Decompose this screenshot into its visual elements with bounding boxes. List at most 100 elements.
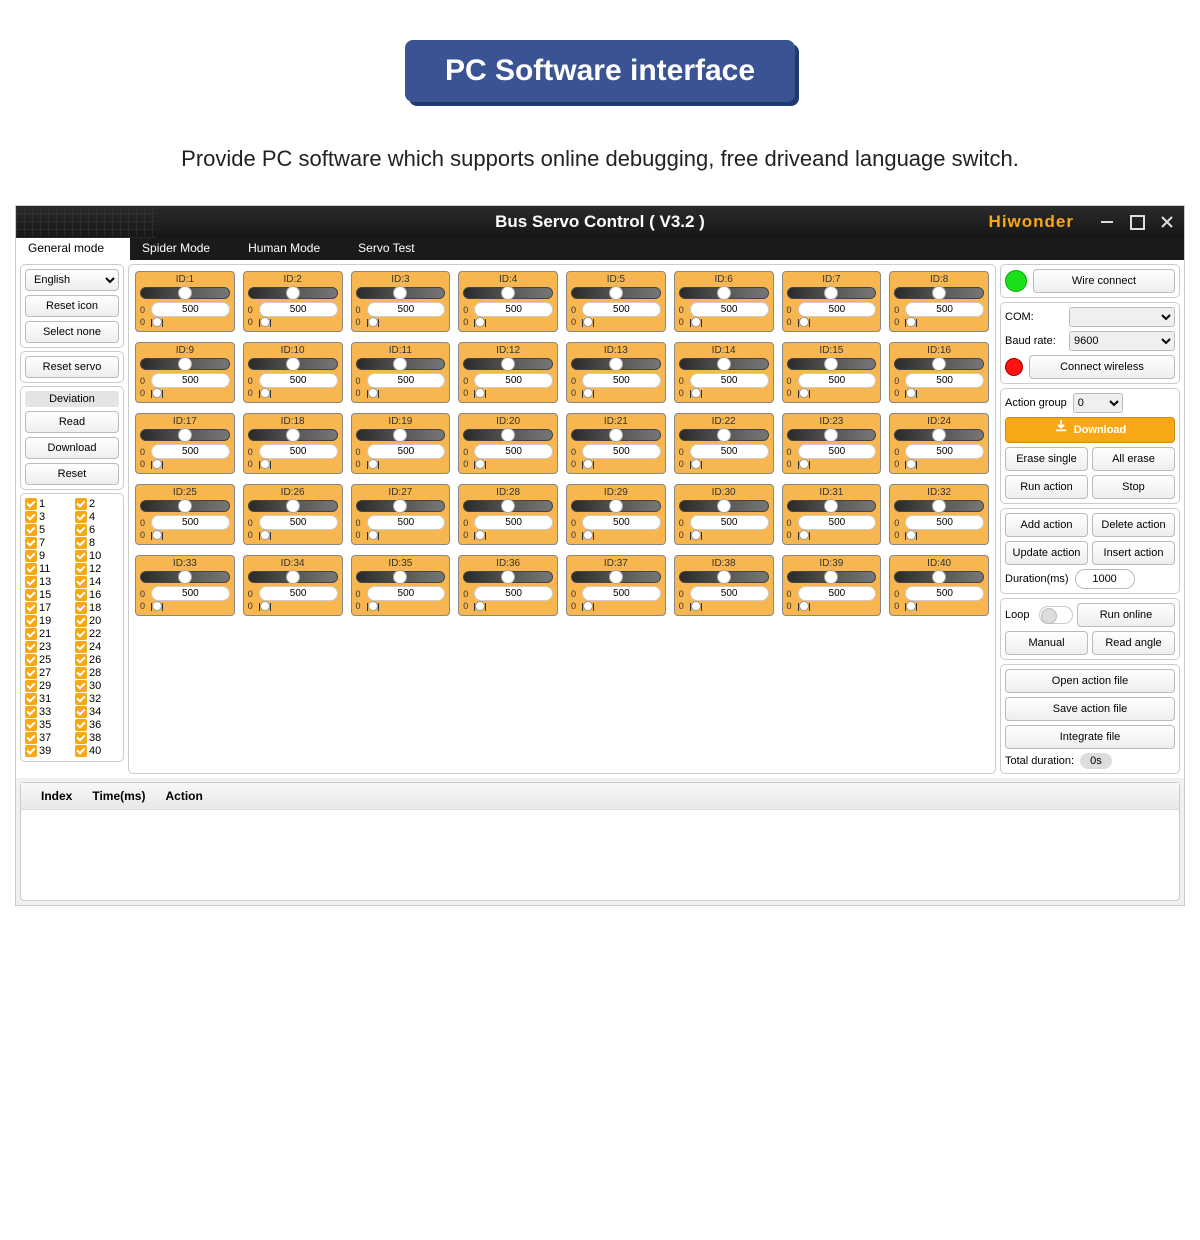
download-button[interactable]: Download [1005,417,1175,443]
servo-slider[interactable] [571,429,661,441]
servo-checkbox-25[interactable]: 25 [25,654,69,666]
servo-tile-30[interactable]: ID:3005000 [674,484,774,545]
deviation-read-button[interactable]: Read [25,411,119,433]
servo-value-input[interactable]: 500 [367,515,446,530]
servo-checkbox-11[interactable]: 11 [25,563,69,575]
servo-value-input[interactable]: 500 [474,515,553,530]
delete-action-button[interactable]: Delete action [1092,513,1175,537]
all-erase-button[interactable]: All erase [1092,447,1175,471]
servo-tile-19[interactable]: ID:1905000 [351,413,451,474]
servo-value-input[interactable]: 500 [582,302,661,317]
servo-offset-slider[interactable] [151,461,163,469]
servo-value-input[interactable]: 500 [798,373,877,388]
servo-tile-36[interactable]: ID:3605000 [458,555,558,616]
wire-connect-button[interactable]: Wire connect [1033,269,1175,293]
servo-value-input[interactable]: 500 [582,586,661,601]
servo-tile-11[interactable]: ID:1105000 [351,342,451,403]
servo-value-input[interactable]: 500 [582,444,661,459]
manual-button[interactable]: Manual [1005,631,1088,655]
deviation-download-button[interactable]: Download [25,437,119,459]
servo-offset-slider[interactable] [798,461,810,469]
servo-checkbox-37[interactable]: 37 [25,732,69,744]
servo-checkbox-3[interactable]: 3 [25,511,69,523]
servo-offset-slider[interactable] [905,461,917,469]
servo-checkbox-31[interactable]: 31 [25,693,69,705]
servo-offset-slider[interactable] [367,319,379,327]
tab-servo-test[interactable]: Servo Test [346,238,440,260]
servo-tile-1[interactable]: ID:105000 [135,271,235,332]
servo-offset-slider[interactable] [798,319,810,327]
servo-checkbox-21[interactable]: 21 [25,628,69,640]
servo-tile-27[interactable]: ID:2705000 [351,484,451,545]
servo-slider[interactable] [140,429,230,441]
servo-tile-23[interactable]: ID:2305000 [782,413,882,474]
servo-value-input[interactable]: 500 [905,373,984,388]
servo-checkbox-19[interactable]: 19 [25,615,69,627]
servo-offset-slider[interactable] [367,390,379,398]
servo-tile-22[interactable]: ID:2205000 [674,413,774,474]
servo-tile-39[interactable]: ID:3905000 [782,555,882,616]
servo-tile-35[interactable]: ID:3505000 [351,555,451,616]
servo-slider[interactable] [248,500,338,512]
servo-checkbox-10[interactable]: 10 [75,550,119,562]
servo-offset-slider[interactable] [474,390,486,398]
servo-checkbox-38[interactable]: 38 [75,732,119,744]
servo-tile-3[interactable]: ID:305000 [351,271,451,332]
servo-tile-2[interactable]: ID:205000 [243,271,343,332]
update-action-button[interactable]: Update action [1005,541,1088,565]
servo-tile-29[interactable]: ID:2905000 [566,484,666,545]
servo-value-input[interactable]: 500 [905,444,984,459]
servo-tile-37[interactable]: ID:3705000 [566,555,666,616]
servo-slider[interactable] [356,571,446,583]
servo-tile-17[interactable]: ID:1705000 [135,413,235,474]
servo-offset-slider[interactable] [474,532,486,540]
servo-offset-slider[interactable] [798,532,810,540]
servo-value-input[interactable]: 500 [259,373,338,388]
servo-tile-16[interactable]: ID:1605000 [889,342,989,403]
servo-checkbox-9[interactable]: 9 [25,550,69,562]
servo-checkbox-17[interactable]: 17 [25,602,69,614]
servo-checkbox-32[interactable]: 32 [75,693,119,705]
servo-slider[interactable] [571,500,661,512]
loop-toggle[interactable] [1039,606,1073,624]
servo-offset-slider[interactable] [367,461,379,469]
servo-value-input[interactable]: 500 [905,515,984,530]
servo-offset-slider[interactable] [259,603,271,611]
servo-slider[interactable] [787,358,877,370]
servo-offset-slider[interactable] [582,319,594,327]
insert-action-button[interactable]: Insert action [1092,541,1175,565]
servo-value-input[interactable]: 500 [474,373,553,388]
servo-offset-slider[interactable] [905,603,917,611]
servo-offset-slider[interactable] [582,461,594,469]
servo-checkbox-18[interactable]: 18 [75,602,119,614]
open-action-file-button[interactable]: Open action file [1005,669,1175,693]
servo-value-input[interactable]: 500 [367,373,446,388]
read-angle-button[interactable]: Read angle [1092,631,1175,655]
servo-offset-slider[interactable] [474,319,486,327]
servo-checkbox-5[interactable]: 5 [25,524,69,536]
servo-offset-slider[interactable] [367,603,379,611]
servo-checkbox-28[interactable]: 28 [75,667,119,679]
servo-slider[interactable] [787,287,877,299]
servo-offset-slider[interactable] [690,461,702,469]
servo-value-input[interactable]: 500 [151,586,230,601]
servo-value-input[interactable]: 500 [474,444,553,459]
servo-checkbox-24[interactable]: 24 [75,641,119,653]
servo-checkbox-40[interactable]: 40 [75,745,119,757]
servo-checkbox-1[interactable]: 1 [25,498,69,510]
servo-slider[interactable] [679,287,769,299]
reset-servo-button[interactable]: Reset servo [25,356,119,378]
servo-checkbox-16[interactable]: 16 [75,589,119,601]
servo-slider[interactable] [140,500,230,512]
servo-checkbox-23[interactable]: 23 [25,641,69,653]
stop-button[interactable]: Stop [1092,475,1175,499]
servo-checkbox-34[interactable]: 34 [75,706,119,718]
servo-offset-slider[interactable] [905,319,917,327]
servo-tile-20[interactable]: ID:2005000 [458,413,558,474]
servo-checkbox-27[interactable]: 27 [25,667,69,679]
servo-slider[interactable] [463,429,553,441]
servo-offset-slider[interactable] [474,461,486,469]
servo-value-input[interactable]: 500 [690,515,769,530]
servo-value-input[interactable]: 500 [259,586,338,601]
servo-value-input[interactable]: 500 [582,515,661,530]
